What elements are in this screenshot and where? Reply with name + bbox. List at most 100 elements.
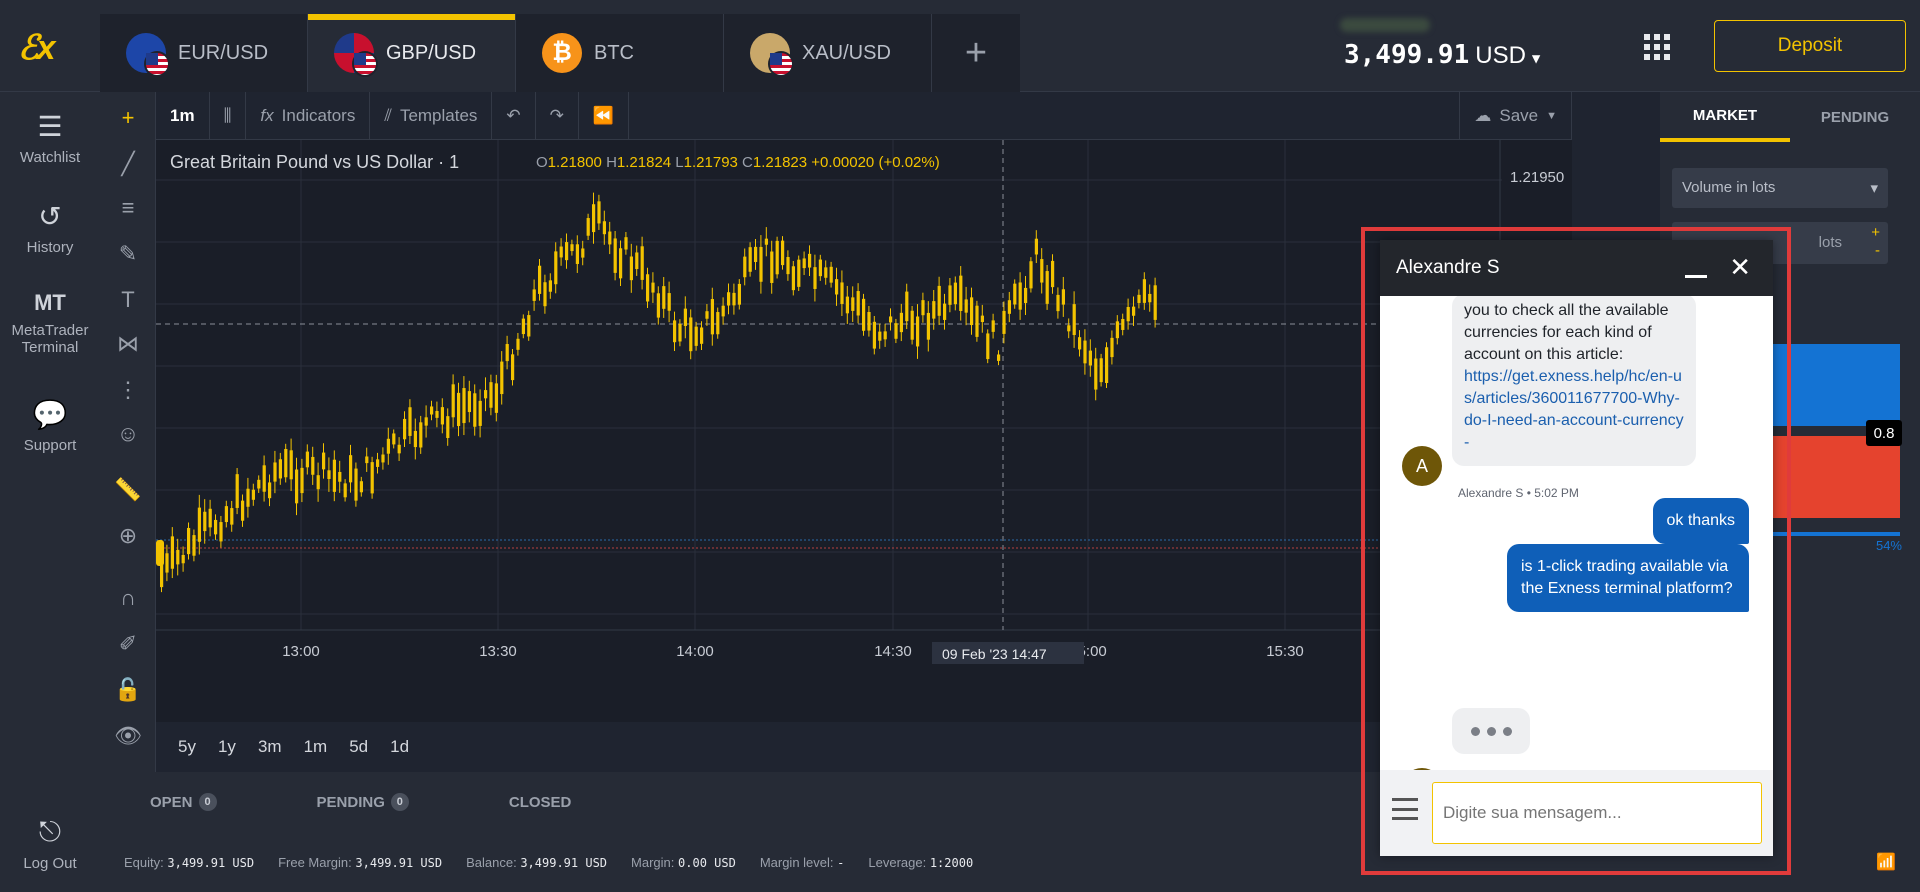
candle-body [980,315,984,323]
redo-icon[interactable]: ↷ [536,91,579,140]
exness-logo[interactable]: ℰx [18,28,82,67]
agent-name: Alexandre S [1396,257,1500,278]
tab-pending-orders[interactable]: PENDING 0 [267,793,459,811]
chat-message-input[interactable] [1432,782,1762,844]
candle-body [975,305,979,337]
candle-body [651,282,655,293]
candle-body [1142,279,1146,303]
pattern-icon[interactable]: ⋈ [112,328,144,360]
nav-metatrader[interactable]: MT MetaTrader Terminal [0,290,100,356]
range-1y[interactable]: 1y [218,737,236,757]
candle-body [883,331,887,340]
range-3m[interactable]: 3m [258,737,282,757]
candle-body [700,327,704,344]
nav-watchlist[interactable]: ☰ Watchlist [0,110,100,166]
candle-body [683,308,687,326]
candle-body [451,384,455,418]
volume-select[interactable]: Volume in lots ▾ [1672,168,1888,208]
chat-messages[interactable]: you to check all the available currencie… [1380,296,1773,770]
candle-body [835,279,839,295]
tab-label: GBP/USD [386,41,477,64]
candle-body [786,257,790,275]
count-badge: 0 [198,793,217,811]
indicators-button[interactable]: fx Indicators [246,91,371,140]
candle-body [802,258,806,269]
leverage: Leverage: 1:2000 [868,854,974,870]
nav-support[interactable]: 💬 Support [0,398,100,454]
article-link[interactable]: https://get.exness.help/hc/en-us/article… [1464,368,1684,451]
left-navigation: ☰ Watchlist ↺ History MT MetaTrader Term… [0,92,100,892]
deposit-button[interactable]: Deposit [1714,20,1906,72]
range-5d[interactable]: 5d [349,737,368,757]
decrement-button[interactable]: - [1875,242,1880,259]
timeframe-select[interactable]: 1m [156,91,210,140]
candle-body [187,527,191,555]
trend-line-icon[interactable]: ╱ [112,148,144,180]
indicators-label: Indicators [281,105,356,125]
candle-body [332,459,336,492]
tab-closed[interactable]: CLOSED [459,794,622,811]
candle-body [440,407,444,425]
candle-body [532,289,536,301]
candle-body [322,452,326,470]
add-tab-button[interactable]: + [932,14,1020,92]
scroll-handle[interactable] [156,540,164,566]
tab-market[interactable]: MARKET [1660,92,1790,142]
templates-button[interactable]: ⫽ Templates [370,91,493,140]
nav-label: Support [23,437,77,454]
pencil-lock-icon[interactable]: ✐ [112,628,144,660]
candle-body [392,433,396,445]
candle-body [1056,294,1060,312]
tab-open[interactable]: OPEN 0 [100,793,267,811]
account-balance[interactable]: 3,499.91 USD ▼ [1344,40,1540,70]
horizontal-lines-icon[interactable]: ≡ [112,192,144,224]
ruler-icon[interactable]: 📏 [112,474,144,506]
tab-pending[interactable]: PENDING [1790,92,1920,142]
candle-body [748,247,752,272]
x-tick-label: 15:30 [1266,643,1304,660]
emoji-icon[interactable]: ☺ [112,418,144,450]
history-icon: ↺ [38,201,62,232]
zoom-in-icon[interactable]: ⊕ [112,520,144,552]
candle-body [192,535,196,556]
minimize-icon[interactable] [1685,256,1707,278]
candle-body [289,450,293,480]
price-chart[interactable]: 13:00 13:30 14:00 14:30 15:00 15:30 1.21950 09 … [156,140,1572,722]
fib-icon[interactable]: ⋮ [112,374,144,406]
range-1d[interactable]: 1d [390,737,409,757]
user-message: ok thanks [1652,498,1749,544]
range-5y[interactable]: 5y [178,737,196,757]
candlestick-canvas[interactable]: 13:00 13:30 14:00 14:30 15:00 15:301.2195009 … [156,140,1572,722]
magnet-icon[interactable]: ∩ [112,582,144,614]
crosshair-icon[interactable]: + [112,102,144,134]
unlock-icon[interactable]: 🔓 [112,674,144,706]
increment-button[interactable]: + [1871,224,1880,241]
undo-icon[interactable]: ↶ [492,91,536,140]
close-icon[interactable]: ✕ [1729,252,1751,283]
tab-xau-usd[interactable]: XAU/USD [724,14,932,92]
tab-btc[interactable]: ₿ BTC [516,14,724,92]
candle-body [354,468,358,501]
text-icon[interactable]: T [112,284,144,316]
brush-icon[interactable]: ✎ [112,238,144,270]
tab-gbp-usd[interactable]: GBP/USD [308,14,516,92]
rewind-icon[interactable]: ⏪ [579,91,630,140]
range-1m[interactable]: 1m [304,737,328,757]
candle-body [619,248,623,279]
gbp-usd-flag-icon [334,33,378,77]
agent-message-text: you to check all the available currencie… [1464,302,1669,363]
apps-grid-icon[interactable] [1644,34,1670,60]
hamburger-menu-icon[interactable] [1392,798,1418,820]
logout-button[interactable]: ⎋ Log Out [0,816,100,872]
nav-history[interactable]: ↺ History [0,200,100,256]
save-button[interactable]: ☁ Save ▼ [1459,91,1572,140]
candle-body [160,564,164,588]
candle-body [829,266,833,283]
candle-body [597,201,601,224]
tab-eur-usd[interactable]: EUR/USD [100,14,308,92]
eye-icon[interactable]: 👁 [112,720,144,752]
candle-body [943,303,947,320]
candle-body [673,320,677,343]
candle-body [1137,294,1141,303]
candle-type-icon[interactable]: ⫼ [210,91,247,140]
